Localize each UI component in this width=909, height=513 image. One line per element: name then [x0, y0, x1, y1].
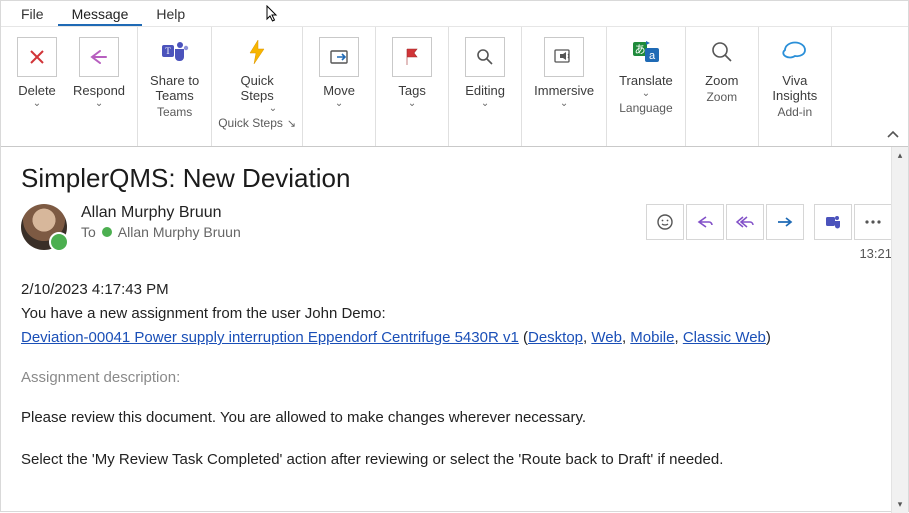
- group-label-addin: Add-in: [777, 103, 812, 121]
- viva-insights-button[interactable]: Viva Insights: [765, 31, 825, 103]
- open-classic-web-link[interactable]: Classic Web: [683, 329, 766, 346]
- group-label-language: Language: [619, 99, 672, 117]
- quick-steps-button[interactable]: Quick Steps ⌄: [227, 31, 287, 114]
- presence-available-icon: [102, 227, 112, 237]
- group-label-teams: Teams: [157, 103, 192, 121]
- svg-text:T: T: [165, 46, 171, 56]
- sender-name: Allan Murphy Bruun: [81, 204, 632, 222]
- open-desktop-link[interactable]: Desktop: [528, 329, 583, 346]
- chevron-down-icon: ⌄: [95, 98, 103, 109]
- zoom-button[interactable]: Zoom: [692, 31, 752, 88]
- body-date-line: 2/10/2023 4:17:43 PM: [21, 279, 892, 301]
- assignment-description-label: Assignment description:: [21, 367, 892, 389]
- svg-text:あ: あ: [634, 43, 645, 56]
- reply-all-button[interactable]: [726, 204, 764, 240]
- collapse-ribbon-button[interactable]: [886, 130, 900, 140]
- email-body: 2/10/2023 4:17:43 PM You have a new assi…: [21, 261, 892, 471]
- ribbon: Delete ⌄ Respond ⌄ . T Share to Teams Te…: [1, 27, 908, 147]
- delete-button[interactable]: Delete ⌄: [7, 31, 67, 109]
- move-icon: [319, 37, 359, 77]
- forward-button[interactable]: [766, 204, 804, 240]
- react-button[interactable]: [646, 204, 684, 240]
- menu-message[interactable]: Message: [58, 2, 143, 26]
- open-mobile-link[interactable]: Mobile: [630, 329, 674, 346]
- move-button[interactable]: Move ⌄: [309, 31, 369, 109]
- translate-button[interactable]: あa Translate ⌄: [613, 31, 679, 99]
- respond-button[interactable]: Respond ⌄: [67, 31, 131, 109]
- magnifier-icon: [702, 37, 742, 67]
- immersive-button[interactable]: Immersive ⌄: [528, 31, 600, 109]
- tags-button[interactable]: Tags ⌄: [382, 31, 442, 109]
- scroll-up-button[interactable]: ▴: [892, 147, 908, 164]
- body-paragraph: Please review this document. You are all…: [21, 407, 892, 429]
- delete-icon: [17, 37, 57, 77]
- teams-chat-button[interactable]: [814, 204, 852, 240]
- message-actions-toolbar: [646, 204, 892, 240]
- vertical-scrollbar[interactable]: ▴ ▾: [891, 147, 908, 513]
- search-icon: [465, 37, 505, 77]
- editing-button[interactable]: Editing ⌄: [455, 31, 515, 109]
- more-actions-button[interactable]: [854, 204, 892, 240]
- translate-icon: あa: [626, 37, 666, 67]
- group-label-quicksteps: Quick Steps: [218, 116, 283, 130]
- teams-icon: T: [155, 37, 195, 67]
- body-assignment-line: You have a new assignment from the user …: [21, 303, 892, 325]
- open-web-link[interactable]: Web: [591, 329, 622, 346]
- lightning-icon: [237, 37, 277, 67]
- menu-file[interactable]: File: [7, 2, 58, 26]
- reply-icon: [79, 37, 119, 77]
- to-label: To: [81, 224, 96, 240]
- received-time: 13:21: [646, 246, 892, 261]
- svg-text:a: a: [649, 50, 656, 62]
- deviation-link[interactable]: Deviation-00041 Power supply interruptio…: [21, 329, 519, 346]
- reply-button[interactable]: [686, 204, 724, 240]
- scroll-down-button[interactable]: ▾: [892, 496, 908, 513]
- email-subject: SimplerQMS: New Deviation: [21, 157, 892, 204]
- message-pane: SimplerQMS: New Deviation Allan Murphy B…: [1, 147, 908, 513]
- share-to-teams-button[interactable]: T Share to Teams: [144, 31, 205, 103]
- body-paragraph: Select the 'My Review Task Completed' ac…: [21, 449, 892, 471]
- chevron-down-icon: ⌄: [33, 98, 41, 109]
- sender-avatar[interactable]: [21, 204, 67, 250]
- flag-icon: [392, 37, 432, 77]
- viva-icon: [775, 37, 815, 67]
- menu-help[interactable]: Help: [142, 2, 199, 26]
- menu-bar: File Message Help: [1, 1, 908, 27]
- group-label-zoom: Zoom: [706, 88, 737, 106]
- speaker-icon: [544, 37, 584, 77]
- dialog-launcher-icon[interactable]: ↘: [287, 118, 296, 130]
- recipient-name: Allan Murphy Bruun: [118, 224, 241, 240]
